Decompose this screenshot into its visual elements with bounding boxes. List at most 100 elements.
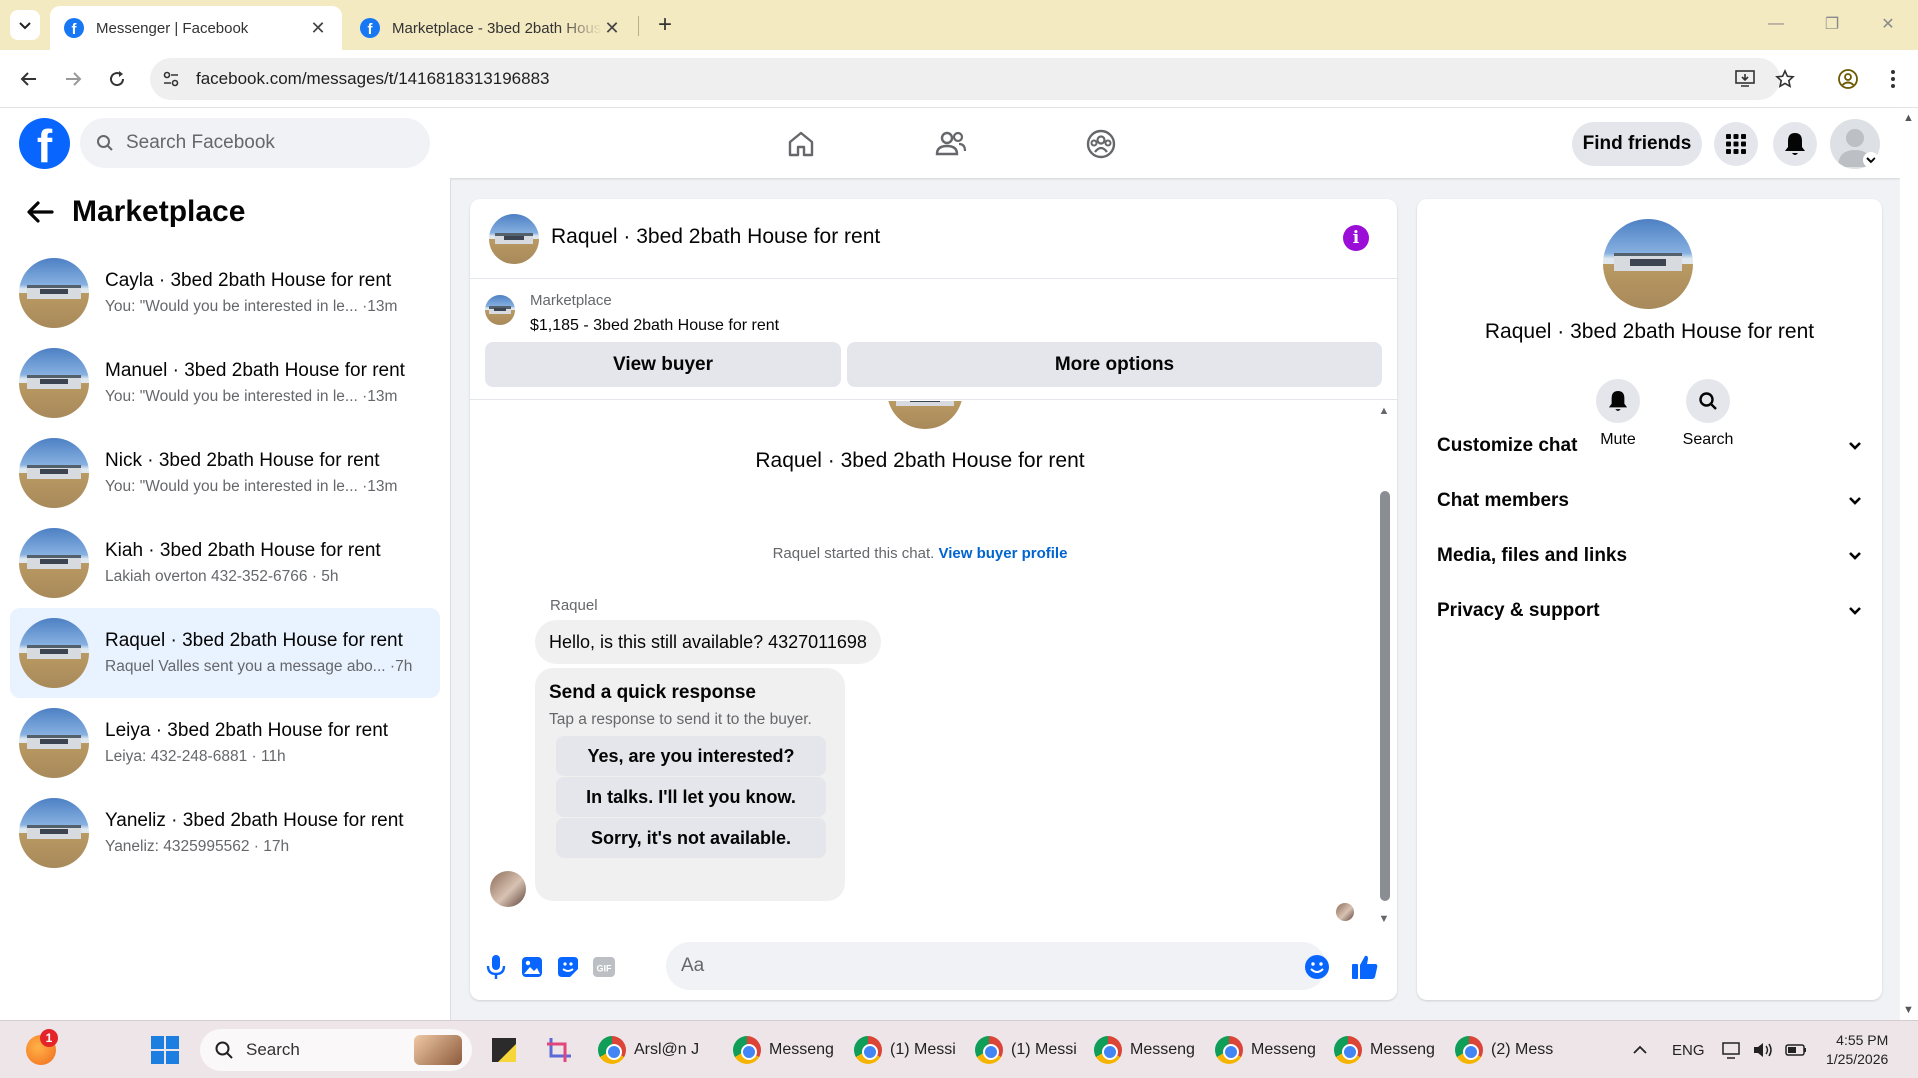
- tab-marketplace[interactable]: f Marketplace - 3bed 2bath House for ren…: [346, 6, 636, 50]
- address-bar[interactable]: facebook.com/messages/t/1416818313196883: [150, 58, 1780, 100]
- chat-title[interactable]: Raquel · 3bed 2bath House for rent: [551, 225, 880, 249]
- quick-response-heading: Send a quick response: [549, 682, 756, 703]
- taskbar-app-chrome[interactable]: Messeng: [1094, 1029, 1195, 1071]
- facebook-search-input[interactable]: Search Facebook: [80, 118, 430, 168]
- taskbar-app-chrome[interactable]: Messeng: [1215, 1029, 1316, 1071]
- friends-nav-button[interactable]: [931, 124, 971, 164]
- groups-nav-button[interactable]: [1081, 124, 1121, 164]
- section-label: Customize chat: [1437, 434, 1578, 456]
- chat-avatar[interactable]: [489, 214, 539, 264]
- restore-window-button[interactable]: ❐: [1812, 10, 1852, 38]
- taskbar-app-chrome[interactable]: Messeng: [733, 1029, 834, 1071]
- new-tab-button[interactable]: +: [650, 10, 680, 40]
- customize-chat-row[interactable]: Customize chat: [1437, 423, 1862, 468]
- voice-clip-button[interactable]: [482, 953, 510, 981]
- tab-messenger[interactable]: f Messenger | Facebook ✕: [50, 6, 342, 50]
- thread-scrollbar[interactable]: [1380, 491, 1390, 901]
- menu-grid-button[interactable]: [1714, 122, 1758, 166]
- tab-divider: [638, 16, 639, 36]
- browser-tab-strip: f Messenger | Facebook ✕ f Marketplace -…: [0, 0, 1918, 50]
- notifications-button[interactable]: [1773, 122, 1817, 166]
- conversation-item[interactable]: Cayla · 3bed 2bath House for rent You: "W…: [10, 248, 440, 338]
- chrome-profile-icon[interactable]: [1833, 64, 1863, 94]
- conversation-item[interactable]: Yaneliz · 3bed 2bath House for rent Yanel…: [10, 788, 440, 878]
- reload-icon: [110, 71, 125, 87]
- close-tab-icon[interactable]: ✕: [308, 18, 328, 39]
- taskbar-app-chrome[interactable]: Arsl@n J: [598, 1029, 699, 1071]
- sender-avatar[interactable]: [490, 871, 526, 907]
- chrome-icon: [1455, 1036, 1483, 1064]
- view-buyer-profile-link[interactable]: View buyer profile: [939, 545, 1068, 562]
- tab-search-dropdown-button[interactable]: [10, 10, 40, 40]
- conversation-item-selected[interactable]: Raquel · 3bed 2bath House for rent Raquel…: [10, 608, 440, 698]
- weather-widget[interactable]: 1: [26, 1029, 58, 1071]
- system-tray-icons[interactable]: [1722, 1029, 1808, 1071]
- conversation-item[interactable]: Kiah · 3bed 2bath House for rent Lakiah o…: [10, 518, 440, 608]
- info-panel-avatar[interactable]: [1603, 219, 1693, 309]
- incoming-message-bubble[interactable]: Hello, is this still available? 43270116…: [535, 620, 881, 664]
- start-button[interactable]: [150, 1029, 180, 1071]
- privacy-support-row[interactable]: Privacy & support: [1437, 588, 1862, 633]
- sticker-icon: [558, 957, 578, 977]
- sticker-button[interactable]: [554, 953, 582, 981]
- install-app-icon[interactable]: [1730, 64, 1760, 94]
- chat-members-row[interactable]: Chat members: [1437, 478, 1862, 523]
- forward-button[interactable]: [58, 64, 88, 94]
- back-arrow-button[interactable]: [22, 194, 58, 230]
- bookmark-star-icon[interactable]: [1770, 64, 1800, 94]
- quick-response-button[interactable]: Sorry, it's not available.: [556, 818, 826, 858]
- taskbar-search[interactable]: Search: [200, 1029, 472, 1071]
- attach-photo-button[interactable]: [518, 953, 546, 981]
- input-language-indicator[interactable]: ENG: [1672, 1029, 1705, 1071]
- chrome-icon: [1334, 1036, 1362, 1064]
- sticky-notes-app[interactable]: [490, 1029, 518, 1071]
- facebook-logo-icon[interactable]: f: [19, 118, 70, 169]
- view-buyer-button[interactable]: View buyer: [485, 342, 841, 387]
- info-icon[interactable]: i: [1343, 225, 1369, 251]
- home-nav-button[interactable]: [781, 124, 821, 164]
- scroll-up-arrow[interactable]: ▲: [1903, 112, 1914, 124]
- back-button[interactable]: [14, 64, 44, 94]
- message-thread[interactable]: Raquel · 3bed 2bath House for rent Raque…: [470, 401, 1397, 926]
- gif-button[interactable]: GIF: [590, 953, 618, 981]
- clock[interactable]: 4:55 PM 1/25/2026: [1826, 1029, 1888, 1071]
- message-input[interactable]: Aa: [666, 942, 1326, 990]
- browser-menu-icon[interactable]: [1878, 64, 1908, 94]
- scroll-down-arrow[interactable]: ▼: [1377, 913, 1391, 925]
- close-tab-icon[interactable]: ✕: [602, 18, 622, 39]
- conversation-item[interactable]: Leiya · 3bed 2bath House for rent Leiya: …: [10, 698, 440, 788]
- emoji-button[interactable]: [1303, 953, 1331, 981]
- search-icon: [215, 1041, 233, 1059]
- taskbar-app-chrome[interactable]: (1) Messi: [854, 1029, 956, 1071]
- chevron-up-icon: [1633, 1045, 1647, 1054]
- listing-thumbnail[interactable]: [485, 295, 515, 325]
- page-scrollbar[interactable]: ▲ ▼: [1900, 108, 1918, 1020]
- show-hidden-icons-button[interactable]: [1632, 1029, 1648, 1071]
- reload-button[interactable]: [102, 64, 132, 94]
- scroll-down-arrow[interactable]: ▼: [1903, 1004, 1914, 1016]
- taskbar-app-chrome[interactable]: (1) Messi: [975, 1029, 1077, 1071]
- minimize-window-button[interactable]: —: [1756, 10, 1796, 38]
- conversation-item[interactable]: Nick · 3bed 2bath House for rent You: "Wo…: [10, 428, 440, 518]
- media-files-links-row[interactable]: Media, files and links: [1437, 533, 1862, 578]
- like-button[interactable]: [1351, 953, 1379, 981]
- more-options-button[interactable]: More options: [847, 342, 1382, 387]
- search-in-chat-button[interactable]: [1686, 379, 1730, 423]
- conversation-snippet: Lakiah overton 432-352-6766 · 5h: [105, 568, 339, 585]
- listing-price-title[interactable]: $1,185 - 3bed 2bath House for rent: [530, 317, 779, 335]
- chrome-icon: [733, 1036, 761, 1064]
- taskbar-app-label: Messeng: [1370, 1041, 1435, 1058]
- scroll-up-arrow[interactable]: ▲: [1377, 405, 1391, 417]
- taskbar-app-chrome[interactable]: (2) Mess: [1455, 1029, 1553, 1071]
- site-info-icon[interactable]: [150, 58, 192, 100]
- quick-response-button[interactable]: In talks. I'll let you know.: [556, 777, 826, 817]
- find-friends-button[interactable]: Find friends: [1572, 122, 1702, 166]
- arrow-right-icon: [66, 72, 82, 86]
- close-window-button[interactable]: ✕: [1868, 10, 1908, 38]
- mute-button[interactable]: [1596, 379, 1640, 423]
- conversation-item[interactable]: Manuel · 3bed 2bath House for rent You: "…: [10, 338, 440, 428]
- account-avatar-button[interactable]: [1830, 119, 1880, 169]
- quick-response-button[interactable]: Yes, are you interested?: [556, 736, 826, 776]
- taskbar-app-chrome[interactable]: Messeng: [1334, 1029, 1435, 1071]
- snipping-tool-app[interactable]: [545, 1029, 573, 1071]
